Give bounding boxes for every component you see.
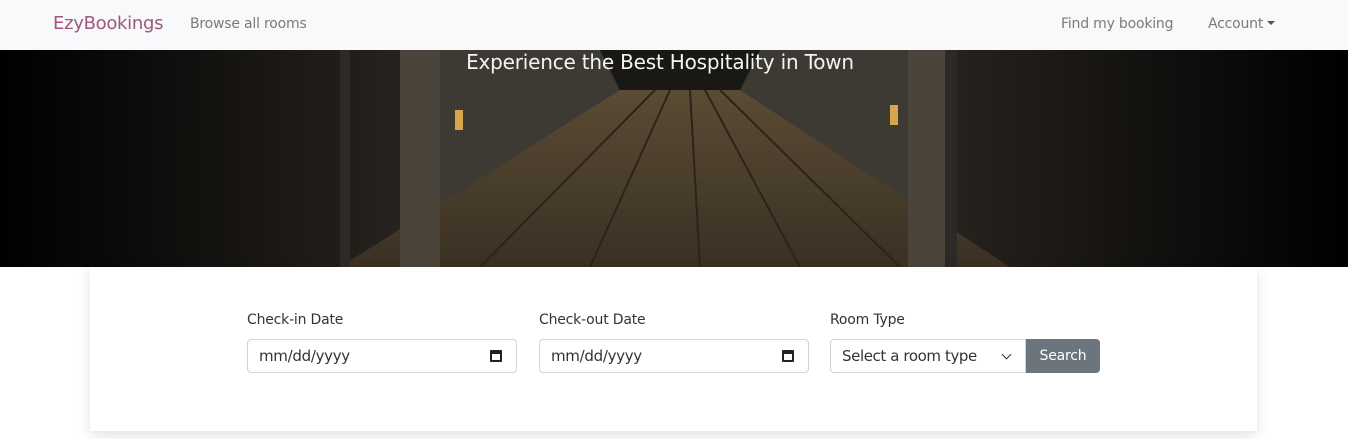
calendar-icon[interactable]	[490, 350, 502, 362]
hero-title: Experience the Best Hospitality in Town	[466, 50, 854, 74]
search-form: Check-in Date mm/dd/yyyy Check-out Date …	[90, 267, 1257, 431]
roomtype-label: Room Type	[830, 312, 905, 328]
search-button[interactable]: Search	[1026, 339, 1100, 373]
nav-account-dropdown[interactable]: Account	[1208, 16, 1276, 32]
checkin-label: Check-in Date	[247, 312, 344, 328]
chevron-down-icon	[1001, 349, 1012, 360]
checkout-placeholder: mm/dd/yyyy	[551, 347, 642, 365]
roomtype-select[interactable]: Select a room type	[830, 339, 1026, 373]
nav-find-booking[interactable]: Find my booking	[1061, 16, 1173, 32]
caret-down-icon	[1267, 21, 1276, 25]
calendar-icon[interactable]	[782, 350, 794, 362]
checkin-date-input[interactable]: mm/dd/yyyy	[247, 339, 517, 373]
hero-banner: Experience the Best Hospitality in Town	[0, 50, 1348, 267]
checkout-label: Check-out Date	[539, 312, 646, 328]
roomtype-selected-value: Select a room type	[842, 347, 977, 365]
navbar: EzyBookings Browse all rooms Find my boo…	[0, 0, 1348, 50]
checkout-date-input[interactable]: mm/dd/yyyy	[539, 339, 809, 373]
nav-browse-rooms[interactable]: Browse all rooms	[190, 16, 307, 32]
hallway-image	[0, 50, 1348, 267]
checkin-placeholder: mm/dd/yyyy	[259, 347, 350, 365]
account-label: Account	[1208, 16, 1264, 32]
brand-logo[interactable]: EzyBookings	[53, 13, 163, 34]
